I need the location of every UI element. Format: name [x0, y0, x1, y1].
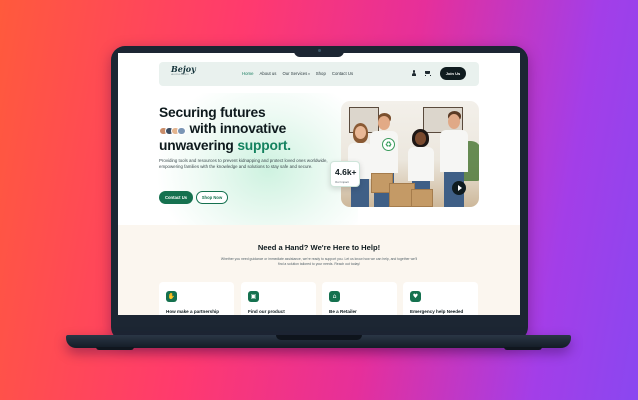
nav-link-about[interactable]: About us: [259, 71, 276, 76]
nav-link-shop[interactable]: Shop: [316, 71, 326, 76]
laptop-foot: [96, 347, 134, 350]
nav-link-contact[interactable]: Contact Us: [332, 71, 353, 76]
laptop-foot: [504, 347, 542, 350]
avatar-group: [159, 126, 186, 136]
nav-link-services-label: Our Services: [282, 71, 308, 76]
laptop-hinge-notch: [276, 335, 362, 340]
help-card-product[interactable]: ▣ Find our product: [241, 282, 316, 315]
help-section: Need a Hand? We're Here to Help! Whether…: [118, 225, 520, 315]
help-card-partnership[interactable]: ✋ How make a partnership: [159, 282, 234, 315]
play-video-button[interactable]: [452, 181, 466, 195]
shop-now-button[interactable]: Shop Now: [196, 191, 228, 204]
help-description: Whether you need guidance or immediate a…: [220, 257, 418, 266]
hero-title: Securing futures with innovative unwaver…: [159, 105, 291, 154]
chevron-down-icon: ▾: [308, 72, 310, 76]
hero-title-line-2: with innovative: [189, 121, 287, 137]
handshake-icon: ✋: [166, 291, 177, 302]
donation-box: [411, 189, 433, 207]
camera-notch: [294, 46, 344, 57]
cart-icon[interactable]: [424, 70, 431, 76]
recycle-icon: ♻: [382, 138, 395, 151]
site-logo[interactable]: Bejoy HELPING HANDS: [171, 65, 196, 76]
store-icon: ⌂: [329, 291, 340, 302]
hero-description: Providing tools and resources to prevent…: [159, 158, 328, 169]
camera-icon: [318, 49, 321, 52]
help-card-retailer[interactable]: ⌂ Be a Retailer: [322, 282, 397, 315]
help-card-emergency[interactable]: ♥ Emergency help Needed: [403, 282, 478, 315]
hero-title-line-3: unwavering: [159, 137, 234, 153]
hero-title-line-2-wrap: with innovative: [159, 121, 291, 137]
laptop-screen: Bejoy HELPING HANDS Home About us Our Se…: [118, 53, 520, 315]
avatar: [177, 126, 186, 136]
help-card-title: How make a partnership: [166, 309, 220, 314]
contact-us-button[interactable]: Contact Us: [159, 191, 193, 204]
help-card-title: Find our product: [248, 309, 285, 314]
nav-links: Home About us Our Services▾ Shop Contact…: [242, 71, 353, 76]
logo-tagline: HELPING HANDS: [171, 74, 189, 76]
shopping-bag-icon: ▣: [248, 291, 259, 302]
impact-stat-label: Our Impact: [335, 180, 349, 184]
help-card-title: Be a Retailer: [329, 309, 357, 314]
logo-text: Bejoy: [171, 64, 196, 74]
hero-title-line-3-wrap: unwavering support.: [159, 138, 291, 154]
help-title: Need a Hand? We're Here to Help!: [257, 243, 381, 252]
user-icon[interactable]: [411, 70, 417, 76]
impact-stat-card: 4.6k+ Our Impact: [330, 161, 360, 187]
nav-link-home[interactable]: Home: [242, 71, 253, 76]
impact-stat-value: 4.6k+: [335, 167, 357, 177]
join-us-button[interactable]: Join Us: [440, 67, 466, 80]
top-navbar: Bejoy HELPING HANDS Home About us Our Se…: [159, 62, 479, 86]
heart-icon: ♥: [410, 291, 421, 302]
nav-link-services[interactable]: Our Services▾: [282, 71, 309, 76]
hero-title-accent: support.: [237, 137, 291, 153]
hero-title-line-1: Securing futures: [159, 105, 266, 120]
help-card-title: Emergency help Needed: [410, 309, 464, 314]
